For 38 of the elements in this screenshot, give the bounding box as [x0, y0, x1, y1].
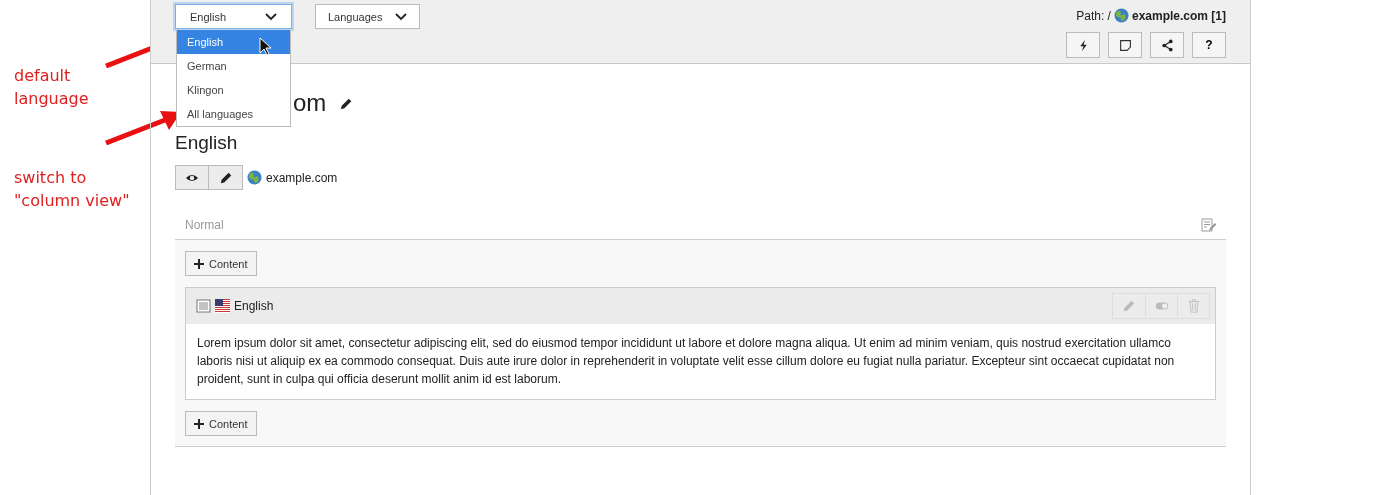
dropdown-option[interactable]: All languages [177, 102, 290, 126]
element-language: English [234, 299, 274, 313]
pencil-icon [1122, 299, 1136, 313]
dropdown-option[interactable]: English [177, 30, 290, 54]
languages-dropdown[interactable]: Languages [315, 4, 420, 29]
content-text: Lorem ipsum dolor sit amet, consectetur adipiscing elit, sed do eiusmod tempor incididunt ut labore et dolore magna aliqua. Ut enim ad minim veniam, quis nostrud exercitation ullamco laboris nisi ut aliquip ex ea commodo consequat. Duis aute irure dolor in reprehenderit in voluptate velit esse cillum dolore eu fugiat nulla pariatur. Excepteur sint occaecat cupidatat non proident, sunt in culpa qui officia deserunt mollit anim id est laborum. [196, 335, 1176, 388]
globe-icon [247, 170, 262, 185]
site-name: example.com [266, 170, 338, 185]
page-title: om [293, 89, 327, 117]
path-link[interactable]: example.com [1] [1131, 8, 1226, 23]
dropdown-option[interactable]: Klingon [177, 78, 290, 102]
trash-icon [1186, 299, 1201, 313]
column-header: Normal [185, 217, 224, 232]
annotation-text: default language [14, 65, 89, 110]
pencil-icon [218, 170, 233, 185]
add-content-button[interactable]: Content [185, 411, 257, 436]
mouse-cursor-icon [259, 37, 271, 56]
help-button[interactable]: ? [1192, 32, 1226, 58]
edit-list-icon[interactable] [1200, 216, 1216, 233]
dropdown-option[interactable]: German [177, 54, 290, 78]
toolbar-button[interactable] [1108, 32, 1142, 58]
language-heading: English [175, 132, 238, 153]
toolbar-button[interactable] [1150, 32, 1184, 58]
note-icon [1118, 38, 1132, 52]
annotation-text: switch to "column view" [14, 167, 130, 212]
path-label: Path: / [1076, 8, 1111, 23]
plus-icon [194, 258, 204, 269]
edit-button[interactable] [209, 165, 243, 190]
language-select[interactable]: English [175, 4, 292, 29]
chevron-icon [265, 12, 277, 21]
globe-icon [1113, 8, 1129, 23]
plus-icon [194, 418, 204, 429]
view-button[interactable] [175, 165, 209, 190]
flag-icon [215, 299, 230, 313]
share-icon [1160, 38, 1174, 52]
text-element-icon [196, 299, 211, 313]
chevron-icon [395, 12, 407, 21]
add-content-button[interactable]: Content [185, 251, 257, 276]
